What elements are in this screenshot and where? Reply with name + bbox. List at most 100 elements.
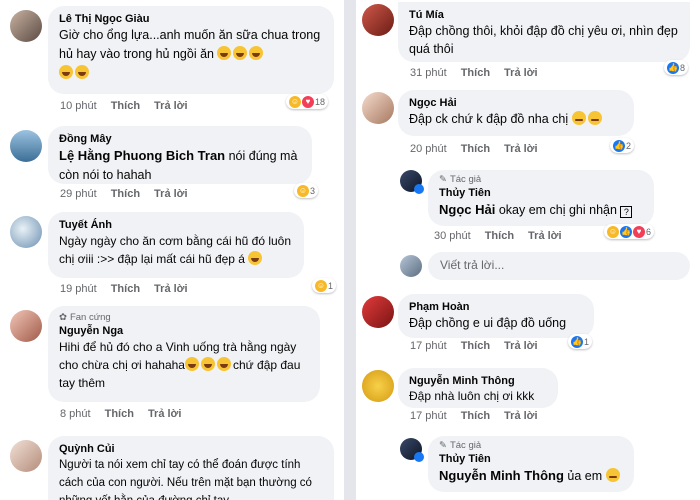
fan-badge: ✿ Fan cứng	[59, 312, 309, 324]
comment-meta: 17 phút Thích Trả lời	[410, 410, 538, 422]
comment-text: Giờ cho ổng lựa...anh muốn ăn sữa chua t…	[59, 26, 323, 83]
comment-bubble: Quỳnh Củi Người ta nói xem chỉ tay có th…	[48, 436, 334, 500]
like-button[interactable]: Thích	[461, 143, 490, 155]
comment-author[interactable]: Phạm Hoàn	[409, 300, 583, 314]
reaction-summary[interactable]: 👍 1	[568, 334, 593, 349]
comment-author[interactable]: Lê Thị Ngọc Giàu	[59, 12, 323, 26]
comment-time[interactable]: 10 phút	[60, 100, 97, 112]
reaction-summary[interactable]: 👍 2	[610, 138, 635, 153]
comment-meta: 30 phút Thích Trả lời	[434, 230, 562, 242]
comment-text: Hihi để hủ đó cho a Vinh uống trà hằng n…	[59, 338, 309, 392]
comment-time[interactable]: 8 phút	[60, 408, 91, 420]
avatar[interactable]	[10, 440, 42, 472]
like-button[interactable]: Thích	[111, 100, 140, 112]
like-button[interactable]: Thích	[485, 230, 514, 242]
reaction-summary[interactable]: ☺ 👍 ♥ 6	[604, 224, 655, 239]
reaction-count: 8	[680, 62, 686, 73]
comment-time[interactable]: 17 phút	[410, 340, 447, 352]
avatar[interactable]	[10, 216, 42, 248]
reply-button[interactable]: Trả lời	[528, 230, 562, 242]
avatar[interactable]	[362, 92, 394, 124]
current-user-avatar	[400, 255, 422, 277]
badge-icon: ✿	[59, 312, 67, 323]
comment-time[interactable]: 29 phút	[60, 188, 97, 200]
comment-author[interactable]: Nguyễn Minh Thông	[409, 374, 547, 388]
comment-time[interactable]: 20 phút	[410, 143, 447, 155]
reply-input[interactable]: Viết trả lời...	[428, 252, 690, 280]
grin-emoji-icon	[571, 111, 586, 125]
avatar[interactable]	[10, 130, 42, 162]
love-reaction-icon: ♥	[302, 95, 314, 108]
comment-text: Đập ck chứ k đập đồ nha chị	[409, 110, 623, 129]
comment-author[interactable]: Thủy Tiên	[439, 452, 623, 466]
comment-bubble: Ngọc Hải Đập ck chứ k đập đồ nha chị	[398, 90, 634, 136]
comment-time[interactable]: 19 phút	[60, 283, 97, 295]
avatar[interactable]	[10, 310, 42, 342]
badge-label: Tác giả	[449, 440, 482, 451]
comment-text: Ngọc Hải okay em chị ghi nhận ?	[439, 200, 643, 220]
comment-time[interactable]: 17 phút	[410, 410, 447, 422]
comment-body: Đập ck chứ k đập đồ nha chị	[409, 112, 569, 126]
reply-button[interactable]: Trả lời	[154, 188, 188, 200]
avatar[interactable]	[362, 296, 394, 328]
comment-bubble: ✎ Tác giả Thủy Tiên Ngọc Hải okay em chị …	[428, 170, 654, 226]
reply-button[interactable]: Trả lời	[504, 410, 538, 422]
comment-author[interactable]: Ngọc Hải	[409, 96, 623, 110]
reply-button[interactable]: Trả lời	[154, 100, 188, 112]
comment-bubble: ✎ Tác giả Thủy Tiên Nguyễn Minh Thông ủa …	[428, 436, 634, 492]
comment-text: Đập chồng thôi, khỏi đập đồ chị yêu ơi, …	[409, 24, 678, 56]
grin-emoji-icon	[248, 251, 263, 265]
avatar[interactable]	[362, 4, 394, 36]
reaction-summary[interactable]: 👍 8	[664, 60, 689, 75]
mention-link[interactable]: Nguyễn Minh Thông	[439, 468, 564, 483]
reply-button[interactable]: Trả lời	[154, 283, 188, 295]
avatar[interactable]	[10, 10, 42, 42]
comment-author[interactable]: Thủy Tiên	[439, 186, 643, 200]
comment-time[interactable]: 30 phút	[434, 230, 471, 242]
avatar[interactable]	[362, 370, 394, 402]
reaction-count: 2	[626, 140, 632, 151]
verified-icon	[414, 452, 424, 462]
comment-text: Nguyễn Minh Thông ủa em	[439, 466, 623, 486]
haha-reaction-icon: ☺	[607, 225, 619, 238]
reaction-count: 1	[584, 336, 590, 347]
like-button[interactable]: Thích	[111, 283, 140, 295]
comment-bubble: Lê Thị Ngọc Giàu Giờ cho ổng lựa...anh m…	[48, 6, 334, 94]
reply-button[interactable]: Trả lời	[148, 408, 182, 420]
mention-link[interactable]: Lệ Hằng Phuong Bich Tran	[59, 148, 225, 163]
like-button[interactable]: Thích	[461, 67, 490, 79]
reply-button[interactable]: Trả lời	[504, 143, 538, 155]
pen-icon: ✎	[439, 440, 447, 451]
comment-body: ủa em	[563, 469, 603, 483]
comment-body: Giờ cho ổng lựa...anh muốn ăn sữa chua t…	[59, 28, 321, 61]
reaction-summary[interactable]: ☺ ♥ 18	[286, 94, 329, 109]
comment-meta: 29 phút Thích Trả lời	[60, 188, 188, 200]
grin-emoji-icon	[75, 65, 89, 79]
comment-text: Ngày ngày cho ăn cơm bằng cái hũ đó luôn…	[59, 232, 293, 268]
comment-author[interactable]: Tú Mía	[409, 8, 679, 22]
like-button[interactable]: Thích	[111, 188, 140, 200]
mention-link[interactable]: Ngọc Hải	[439, 202, 495, 217]
grin-emoji-icon	[217, 46, 232, 60]
like-button[interactable]: Thích	[461, 410, 490, 422]
love-reaction-icon: ♥	[633, 225, 645, 238]
reaction-summary[interactable]: ☺ 3	[294, 183, 319, 198]
like-button[interactable]: Thích	[461, 340, 490, 352]
comment-author[interactable]: Tuyết Ánh	[59, 218, 293, 232]
comment-bubble: Tuyết Ánh Ngày ngày cho ăn cơm bằng cái …	[48, 212, 304, 278]
comment-bubble: ✿ Fan cứng Nguyễn Nga Hihi để hủ đó cho a…	[48, 306, 320, 402]
comment-meta: 8 phút Thích Trả lời	[60, 408, 181, 420]
comment-time[interactable]: 31 phút	[410, 67, 447, 79]
comment-author[interactable]: Nguyễn Nga	[59, 324, 309, 338]
like-button[interactable]: Thích	[105, 408, 134, 420]
comment-meta: 19 phút Thích Trả lời	[60, 283, 188, 295]
pen-icon: ✎	[439, 174, 447, 185]
haha-reaction-icon: ☺	[315, 279, 327, 292]
comment-bubble: Phạm Hoàn Đập chồng e ui đập đồ uống	[398, 294, 594, 338]
reply-button[interactable]: Trả lời	[504, 67, 538, 79]
reply-button[interactable]: Trả lời	[504, 340, 538, 352]
comment-author[interactable]: Đồng Mây	[59, 132, 301, 146]
reaction-summary[interactable]: ☺ 1	[312, 278, 337, 293]
comment-text: Người ta nói xem chỉ tay có thể đoán đượ…	[59, 459, 312, 500]
comment-author[interactable]: Quỳnh Củi	[59, 442, 323, 456]
